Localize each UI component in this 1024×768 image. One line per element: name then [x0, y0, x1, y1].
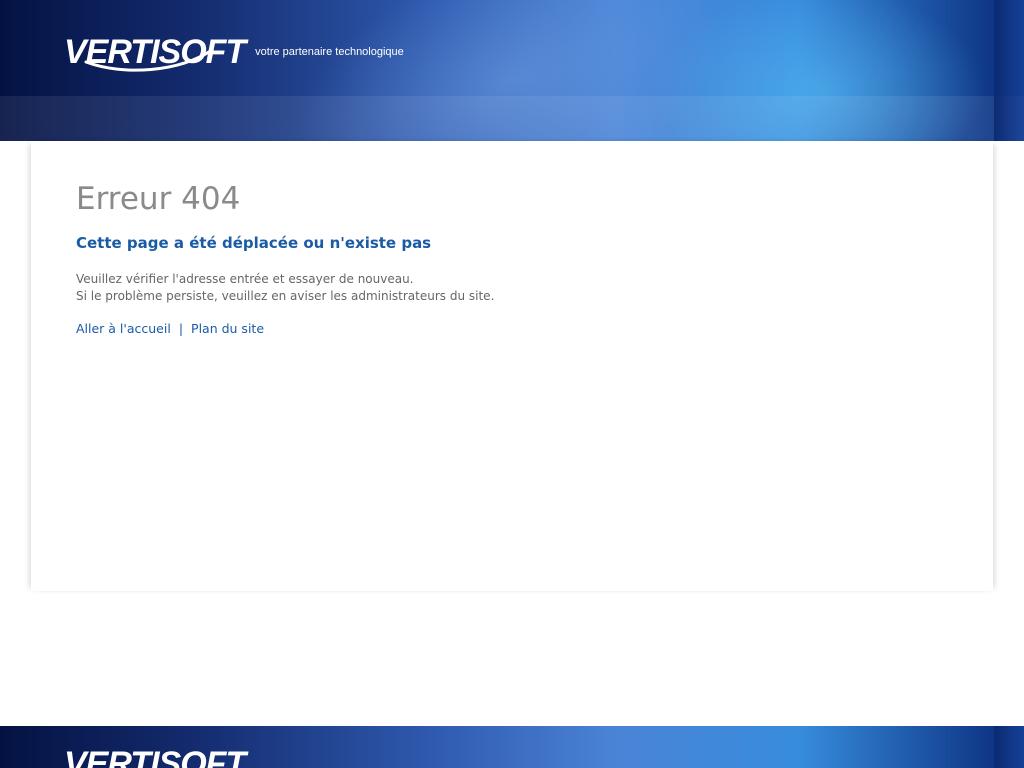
logo-tagline: votre partenaire technologique [255, 46, 404, 58]
sitemap-link[interactable]: Plan du site [191, 321, 264, 336]
header-band [0, 96, 1024, 141]
site-logo[interactable]: VERTISOFT votre partenaire technologique [64, 20, 404, 72]
error-message-line-1: Veuillez vérifier l'adresse entrée et es… [76, 272, 414, 286]
footer-edge [994, 726, 1024, 768]
logo-swoosh-icon [84, 48, 214, 72]
footer-logo[interactable]: VERTISOFT [64, 744, 246, 768]
page-title: Erreur 404 [76, 181, 241, 217]
error-message: Veuillez vérifier l'adresse entrée et es… [76, 271, 494, 305]
navigation-links: Aller à l'accueil | Plan du site [76, 321, 264, 336]
header-edge [994, 0, 1024, 141]
error-message-line-2: Si le problème persiste, veuillez en avi… [76, 289, 495, 303]
link-separator: | [178, 321, 184, 336]
home-link[interactable]: Aller à l'accueil [76, 321, 171, 336]
main-content: Erreur 404 Cette page a été déplacée ou … [31, 141, 993, 591]
site-header: VERTISOFT votre partenaire technologique [0, 0, 1024, 141]
page-subtitle: Cette page a été déplacée ou n'existe pa… [76, 234, 432, 252]
site-footer: VERTISOFT [0, 726, 1024, 768]
